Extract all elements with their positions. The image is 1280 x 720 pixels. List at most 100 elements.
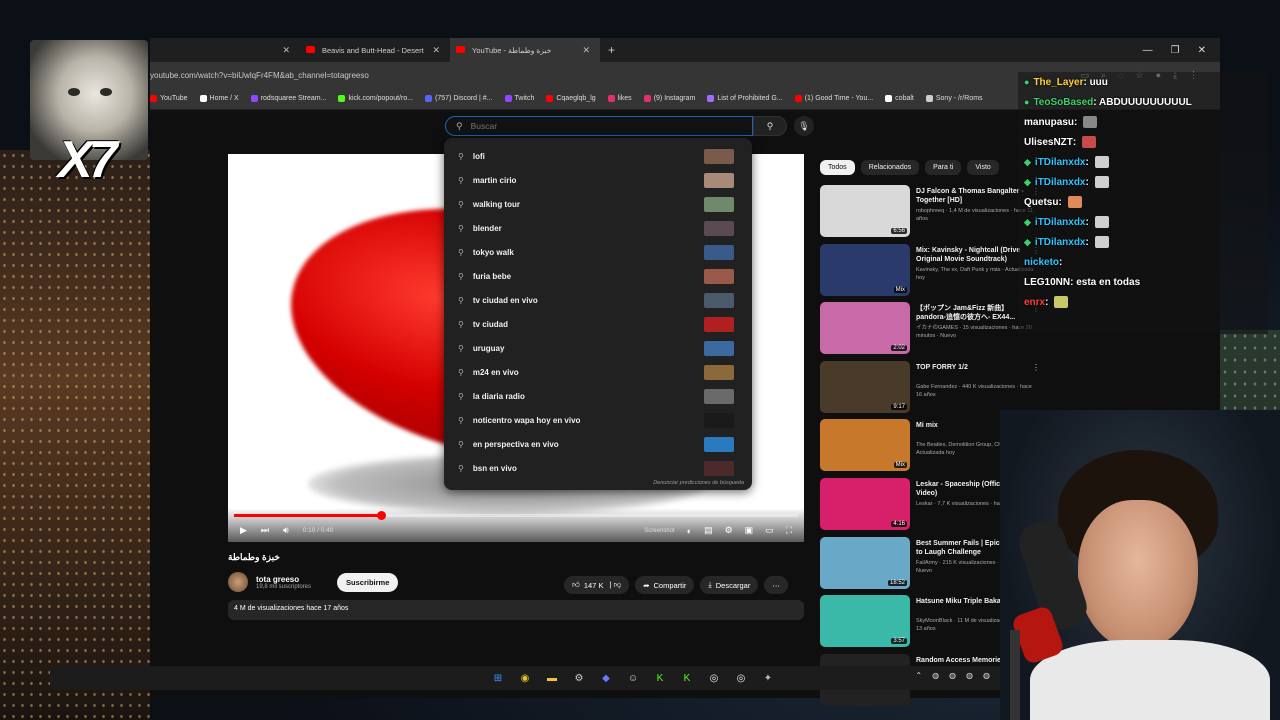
settings-gear-icon[interactable]: ⚙ (725, 525, 733, 536)
subscribe-button[interactable]: Suscribirme (337, 572, 399, 592)
bookmark-2[interactable]: rodsquaree Stream... (250, 95, 326, 102)
chrome-icon[interactable]: ◉ (517, 670, 533, 686)
video-thumbnail[interactable]: 18:52 (820, 536, 910, 589)
suggestion-item[interactable]: ⚲ uruguay (444, 336, 752, 360)
screenshot-label[interactable]: Screenshot (644, 528, 674, 534)
theater-icon[interactable]: ▭ (765, 525, 774, 536)
bookmark-10[interactable]: (1) Good Time - You... (794, 95, 873, 102)
kick-app-icon[interactable]: K (679, 670, 695, 686)
bookmark-4[interactable]: (757) Discord | #... (425, 95, 493, 102)
subtitles-icon[interactable]: ▤ (704, 525, 713, 536)
chat-username[interactable]: iTDilanxdx (1035, 177, 1086, 188)
bookmark-11[interactable]: cobalt (885, 95, 914, 102)
video-title[interactable]: TOP FORRY 1/2 (916, 363, 1026, 372)
steam-icon[interactable]: ⚙ (571, 670, 587, 686)
search-button[interactable]: ⚲ (753, 116, 787, 136)
video-thumbnail[interactable]: 3:57 (820, 595, 910, 648)
autoplay-toggle-icon[interactable]: ◐ (687, 526, 692, 536)
volume-icon[interactable]: 🔊︎ (283, 525, 289, 536)
suggestion-item[interactable]: ⚲ tv ciudad (444, 312, 752, 336)
chat-username[interactable]: LEG10NN (1024, 277, 1070, 288)
bookmark-6[interactable]: Cqaeglqb_lg (546, 95, 596, 102)
tray-app-icon[interactable]: ◍ (949, 671, 956, 680)
next-icon[interactable]: ⏭ (261, 525, 269, 536)
tab-close-icon[interactable]: ✕ (432, 45, 440, 56)
bookmark-12[interactable]: Sony - /r/Roms (925, 95, 983, 102)
bookmark-3[interactable]: kick.com/popout/ro... (338, 95, 413, 102)
suggestion-item[interactable]: ⚲ walking tour (444, 192, 752, 216)
suggestion-item[interactable]: ⚲ blender (444, 216, 752, 240)
more-actions-button[interactable]: ⋯ (764, 576, 788, 594)
chip-para-ti[interactable]: Para ti (925, 160, 962, 175)
video-thumbnail[interactable]: Mix (820, 243, 910, 296)
tray-app-icon[interactable]: ◍ (932, 671, 939, 680)
chat-username[interactable]: enrx (1024, 297, 1045, 308)
bookmark-8[interactable]: (9) Instagram (643, 95, 695, 102)
restore-icon[interactable]: ❐ (1171, 45, 1180, 56)
video-thumbnail[interactable]: 9:17 (820, 360, 910, 413)
obs-icon[interactable]: ◎ (706, 670, 722, 686)
share-button[interactable]: ➦ Compartir (635, 576, 695, 594)
chat-username[interactable]: TeoSoBased (1033, 97, 1093, 108)
play-icon[interactable]: ▶ (240, 525, 247, 536)
app-icon[interactable]: ◎ (733, 670, 749, 686)
description-box[interactable]: 4 M de visualizaciones hace 17 años (228, 600, 804, 620)
voice-search-button[interactable]: 🎙︎ (794, 116, 814, 136)
fullscreen-icon[interactable]: ⛶ (786, 525, 792, 536)
chip-relacionados[interactable]: Relacionados (860, 160, 920, 175)
progress-bar[interactable] (234, 511, 798, 520)
chat-username[interactable]: nicketo (1024, 257, 1059, 268)
app-icon[interactable]: ◆ (598, 670, 614, 686)
tray-chevron-icon[interactable]: ⌃ (915, 671, 922, 680)
discord-icon[interactable]: ☺ (625, 670, 641, 686)
suggestion-item[interactable]: ⚲ bsn en vivo (444, 456, 752, 480)
search-box[interactable]: ⚲ (445, 116, 753, 136)
tab-beavis[interactable]: Beavis and Butt-Head - Desert ✕ (300, 38, 450, 62)
suggestion-item[interactable]: ⚲ tv ciudad en vivo (444, 288, 752, 312)
chip-visto[interactable]: Visto (967, 160, 999, 175)
suggestion-item[interactable]: ⚲ la diaria radio (444, 384, 752, 408)
video-thumbnail[interactable]: 4:16 (820, 477, 910, 530)
video-thumbnail[interactable]: Mix (820, 419, 910, 472)
tray-app-icon[interactable]: ◍ (983, 671, 990, 680)
minimize-icon[interactable]: — (1143, 45, 1153, 56)
bookmark-0[interactable]: YouTube (150, 95, 188, 102)
windows-start-icon[interactable]: ⊞ (490, 670, 506, 686)
video-thumbnail[interactable]: 2:02 (820, 302, 910, 355)
chat-username[interactable]: iTDilanxdx (1035, 237, 1086, 248)
bookmark-7[interactable]: likes (607, 95, 632, 102)
video-title[interactable]: DJ Falcon & Thomas Bangalter - Together … (916, 187, 1026, 205)
suggestion-item[interactable]: ⚲ noticentro wapa hoy en vivo (444, 408, 752, 432)
chat-username[interactable]: manupasu (1024, 117, 1074, 128)
kick-icon[interactable]: K (652, 670, 668, 686)
bookmark-9[interactable]: List of Prohibited G... (707, 95, 783, 102)
video-thumbnail[interactable]: 6:56 (820, 185, 910, 237)
tab-0[interactable]: ✕ (150, 38, 300, 62)
thumbs-down-icon[interactable]: | 👎︎ (607, 580, 622, 590)
suggestion-item[interactable]: ⚲ martin cirio (444, 168, 752, 192)
suggestion-item[interactable]: ⚲ furia bebe (444, 264, 752, 288)
chip-todos[interactable]: Todos (820, 160, 855, 175)
new-tab-button[interactable]: + (600, 43, 623, 57)
chat-username[interactable]: iTDilanxdx (1035, 217, 1086, 228)
chat-username[interactable]: The_Layer (1033, 77, 1083, 88)
search-input[interactable] (470, 121, 711, 131)
suggestion-item[interactable]: ⚲ m24 en vivo (444, 360, 752, 384)
progress-scrubber[interactable] (376, 511, 386, 520)
report-predictions-link[interactable]: Denunciar predicciones de búsqueda (653, 480, 744, 486)
url-text[interactable]: youtube.com/watch?v=biUwlqFr4FM&ab_chann… (150, 71, 369, 80)
suggestion-item[interactable]: ⚲ tokyo walk (444, 240, 752, 264)
tab-close-icon[interactable]: ✕ (282, 45, 290, 56)
chat-username[interactable]: UlisesNZT (1024, 137, 1073, 148)
tab-close-icon[interactable]: ✕ (582, 45, 590, 56)
chat-username[interactable]: iTDilanxdx (1035, 157, 1086, 168)
channel-name[interactable]: tota greeso (256, 575, 311, 584)
video-title[interactable]: Mix: Kavinsky - Nightcall (Drive Origina… (916, 246, 1026, 264)
app-icon[interactable]: ✦ (760, 670, 776, 686)
more-options-icon[interactable]: ⋮ (1032, 363, 1040, 372)
tab-youtube-active[interactable]: YouTube - خبزة وطماطة ✕ (450, 38, 600, 62)
bookmark-5[interactable]: Twitch (504, 95, 534, 102)
file-explorer-icon[interactable]: ▬ (544, 670, 560, 686)
channel-avatar[interactable] (228, 572, 248, 592)
tray-app-icon[interactable]: ◍ (966, 671, 973, 680)
